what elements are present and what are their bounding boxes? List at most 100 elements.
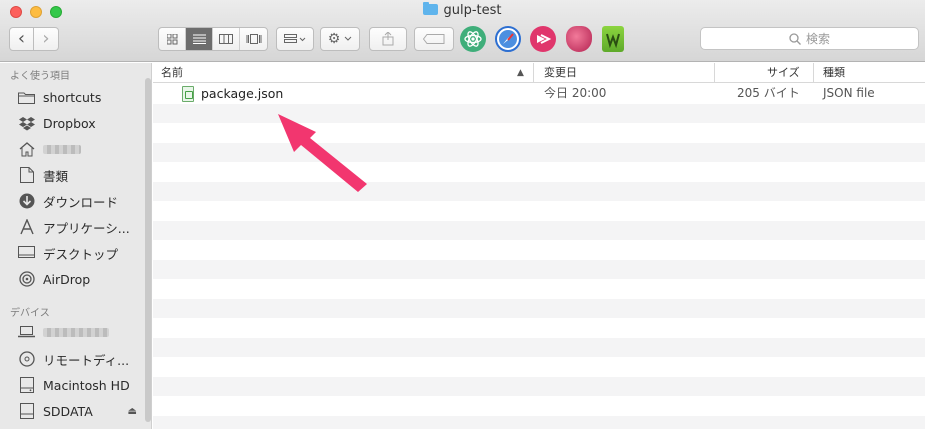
sidebar-item-desktop[interactable]: デスクトップ (18, 242, 143, 264)
list-lines-icon (192, 34, 206, 44)
redacted-device-name (43, 327, 109, 337)
eject-icon[interactable]: ⏏ (128, 406, 137, 417)
hard-drive-icon (18, 377, 35, 394)
sidebar-scrollbar[interactable] (145, 78, 151, 422)
tag-icon (423, 34, 445, 44)
sd-card-icon (18, 403, 35, 420)
sidebar-item-dropbox[interactable]: Dropbox (18, 112, 143, 134)
column-header-modified[interactable]: 変更日 (544, 63, 577, 83)
sidebar-item-macintosh-hd[interactable]: Macintosh HD (18, 374, 143, 396)
column-header-size[interactable]: サイズ (767, 63, 800, 83)
redacted-username (43, 144, 81, 154)
chevron-left-icon: ‹ (17, 28, 26, 49)
sidebar-item-label: デスクトップ (43, 246, 119, 262)
evernote-w-icon[interactable] (602, 26, 624, 52)
column-header-kind[interactable]: 種類 (823, 63, 845, 83)
empty-row (153, 240, 925, 260)
search-placeholder: 検索 (805, 32, 830, 46)
empty-row (153, 259, 925, 279)
sidebar-item-label: Dropbox (43, 115, 96, 131)
columns-icon (219, 34, 233, 44)
sidebar-item-home[interactable] (18, 138, 143, 160)
arrange-menu-button[interactable] (276, 27, 314, 51)
sidebar-item-sddata[interactable]: SDDATA ⏏ (18, 400, 143, 422)
arrange-grid-icon (284, 34, 306, 43)
heart-app-icon[interactable] (566, 26, 592, 52)
json-file-icon (182, 86, 194, 102)
empty-row (153, 357, 925, 377)
documents-icon (18, 167, 35, 184)
sidebar-item-laptop[interactable] (18, 321, 143, 343)
empty-row (153, 201, 925, 221)
sidebar-item-documents[interactable]: 書類 (18, 164, 143, 186)
skitch-glyph-icon (537, 34, 552, 44)
folder-icon (18, 89, 35, 106)
sidebar-item-downloads[interactable]: ダウンロード (18, 190, 143, 212)
share-button[interactable] (369, 27, 407, 51)
edit-tags-button[interactable] (414, 27, 454, 51)
column-divider[interactable] (714, 63, 715, 83)
empty-row (153, 142, 925, 162)
cover-flow-view-button[interactable] (240, 28, 267, 50)
dropbox-icon (18, 115, 35, 132)
sidebar-item-shortcuts[interactable]: shortcuts (18, 86, 143, 108)
empty-row (153, 337, 925, 357)
column-header-row: 名前 ▲ 変更日 サイズ 種類 (153, 63, 925, 83)
window-toolbar: gulp-test ‹ › ⚙ 検索 (0, 0, 925, 62)
sidebar-item-airdrop[interactable]: AirDrop (18, 268, 143, 290)
empty-row (153, 220, 925, 240)
sidebar-item-applications[interactable]: アプリケーシ... (18, 216, 143, 238)
search-field[interactable]: 検索 (700, 27, 919, 50)
airdrop-icon (18, 271, 35, 288)
sidebar-item-label: 書類 (43, 168, 69, 184)
empty-row (153, 396, 925, 416)
sidebar: よく使う項目 shortcuts Dropbox 書類 ダウンロード アプリケー… (0, 63, 152, 429)
sidebar-item-label: shortcuts (43, 89, 102, 105)
home-icon (18, 141, 35, 158)
cover-flow-icon (246, 34, 261, 44)
safari-icon[interactable] (495, 26, 521, 52)
empty-row (153, 376, 925, 396)
skitch-icon[interactable] (530, 26, 556, 52)
share-icon (382, 32, 394, 46)
column-view-button[interactable] (213, 28, 240, 50)
window-title: gulp-test (443, 3, 502, 18)
atom-icon[interactable] (460, 26, 486, 52)
sidebar-item-label: ダウンロード (43, 194, 119, 210)
sidebar-item-remote-disc[interactable]: リモートディ... (18, 348, 143, 370)
empty-row (153, 103, 925, 123)
compass-icon (499, 30, 517, 48)
empty-row (153, 318, 925, 338)
empty-row (153, 279, 925, 299)
file-name: package.json (201, 86, 284, 101)
chevron-right-icon: › (42, 28, 50, 49)
applications-icon (18, 219, 35, 236)
empty-row (153, 298, 925, 318)
column-divider[interactable] (533, 63, 534, 83)
empty-row (153, 415, 925, 429)
empty-row (153, 162, 925, 182)
sidebar-item-label: AirDrop (43, 271, 91, 287)
atom-glyph-icon (464, 31, 482, 47)
column-divider[interactable] (813, 63, 814, 83)
back-button[interactable]: ‹ (9, 27, 34, 51)
action-menu-button[interactable]: ⚙ (320, 27, 360, 51)
desktop-icon (18, 245, 35, 262)
w-glyph-icon (606, 33, 620, 49)
icon-grid-icon (166, 33, 177, 44)
annotation-arrow-icon (278, 114, 367, 192)
chevron-down-icon (344, 36, 352, 41)
file-rows: package.json 今日 20:00 205 バイト JSON file (153, 84, 925, 429)
file-size: 205 バイト (737, 86, 800, 100)
gear-icon: ⚙ (327, 31, 341, 47)
sidebar-item-label: アプリケーシ... (43, 220, 130, 236)
view-mode-switcher (158, 27, 268, 51)
icon-view-button[interactable] (159, 28, 186, 50)
column-header-name[interactable]: 名前 (161, 63, 183, 83)
forward-button[interactable]: › (34, 27, 59, 51)
list-view-button[interactable] (186, 28, 213, 50)
sidebar-item-label: リモートディ... (43, 352, 130, 368)
file-kind: JSON file (823, 86, 875, 100)
empty-row (153, 181, 925, 201)
table-row[interactable]: package.json 今日 20:00 205 バイト JSON file (153, 84, 925, 104)
